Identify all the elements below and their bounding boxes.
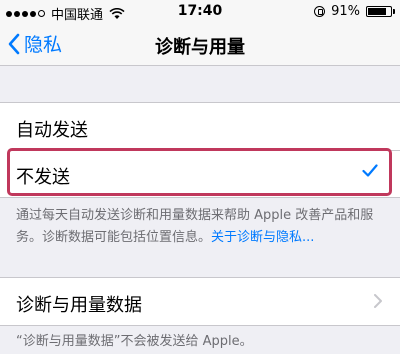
- battery-icon: [366, 6, 395, 17]
- chevron-right-icon: [374, 294, 382, 308]
- footer-note: “诊断与用量数据”不会被发送给 Apple。: [16, 334, 253, 349]
- selection-highlight-box: [7, 148, 392, 196]
- navigation-bar: 隐私 诊断与用量: [0, 24, 400, 66]
- status-right: 91%: [314, 4, 395, 19]
- description-text: 通过每天自动发送诊断和用量数据来帮助 Apple 改善产品和服务。诊断数据可能包…: [16, 205, 384, 249]
- description-body: 通过每天自动发送诊断和用量数据来帮助 Apple 改善产品和服务。诊断数据可能包…: [16, 208, 374, 245]
- usage-data-group: 诊断与用量数据: [0, 277, 400, 326]
- status-bar: 中国联通 17:40 91%: [0, 0, 400, 24]
- usage-data-row[interactable]: 诊断与用量数据: [0, 278, 400, 326]
- option-auto-send-label: 自动发送: [16, 120, 88, 141]
- about-privacy-link[interactable]: 关于诊断与隐私...: [211, 230, 314, 245]
- battery-fill: [368, 8, 386, 15]
- page-title: 诊断与用量: [155, 37, 245, 58]
- orientation-lock-icon: [314, 6, 326, 17]
- battery-percent: 91%: [331, 4, 360, 19]
- option-auto-send[interactable]: 自动发送: [0, 103, 400, 151]
- usage-data-label: 诊断与用量数据: [16, 295, 142, 316]
